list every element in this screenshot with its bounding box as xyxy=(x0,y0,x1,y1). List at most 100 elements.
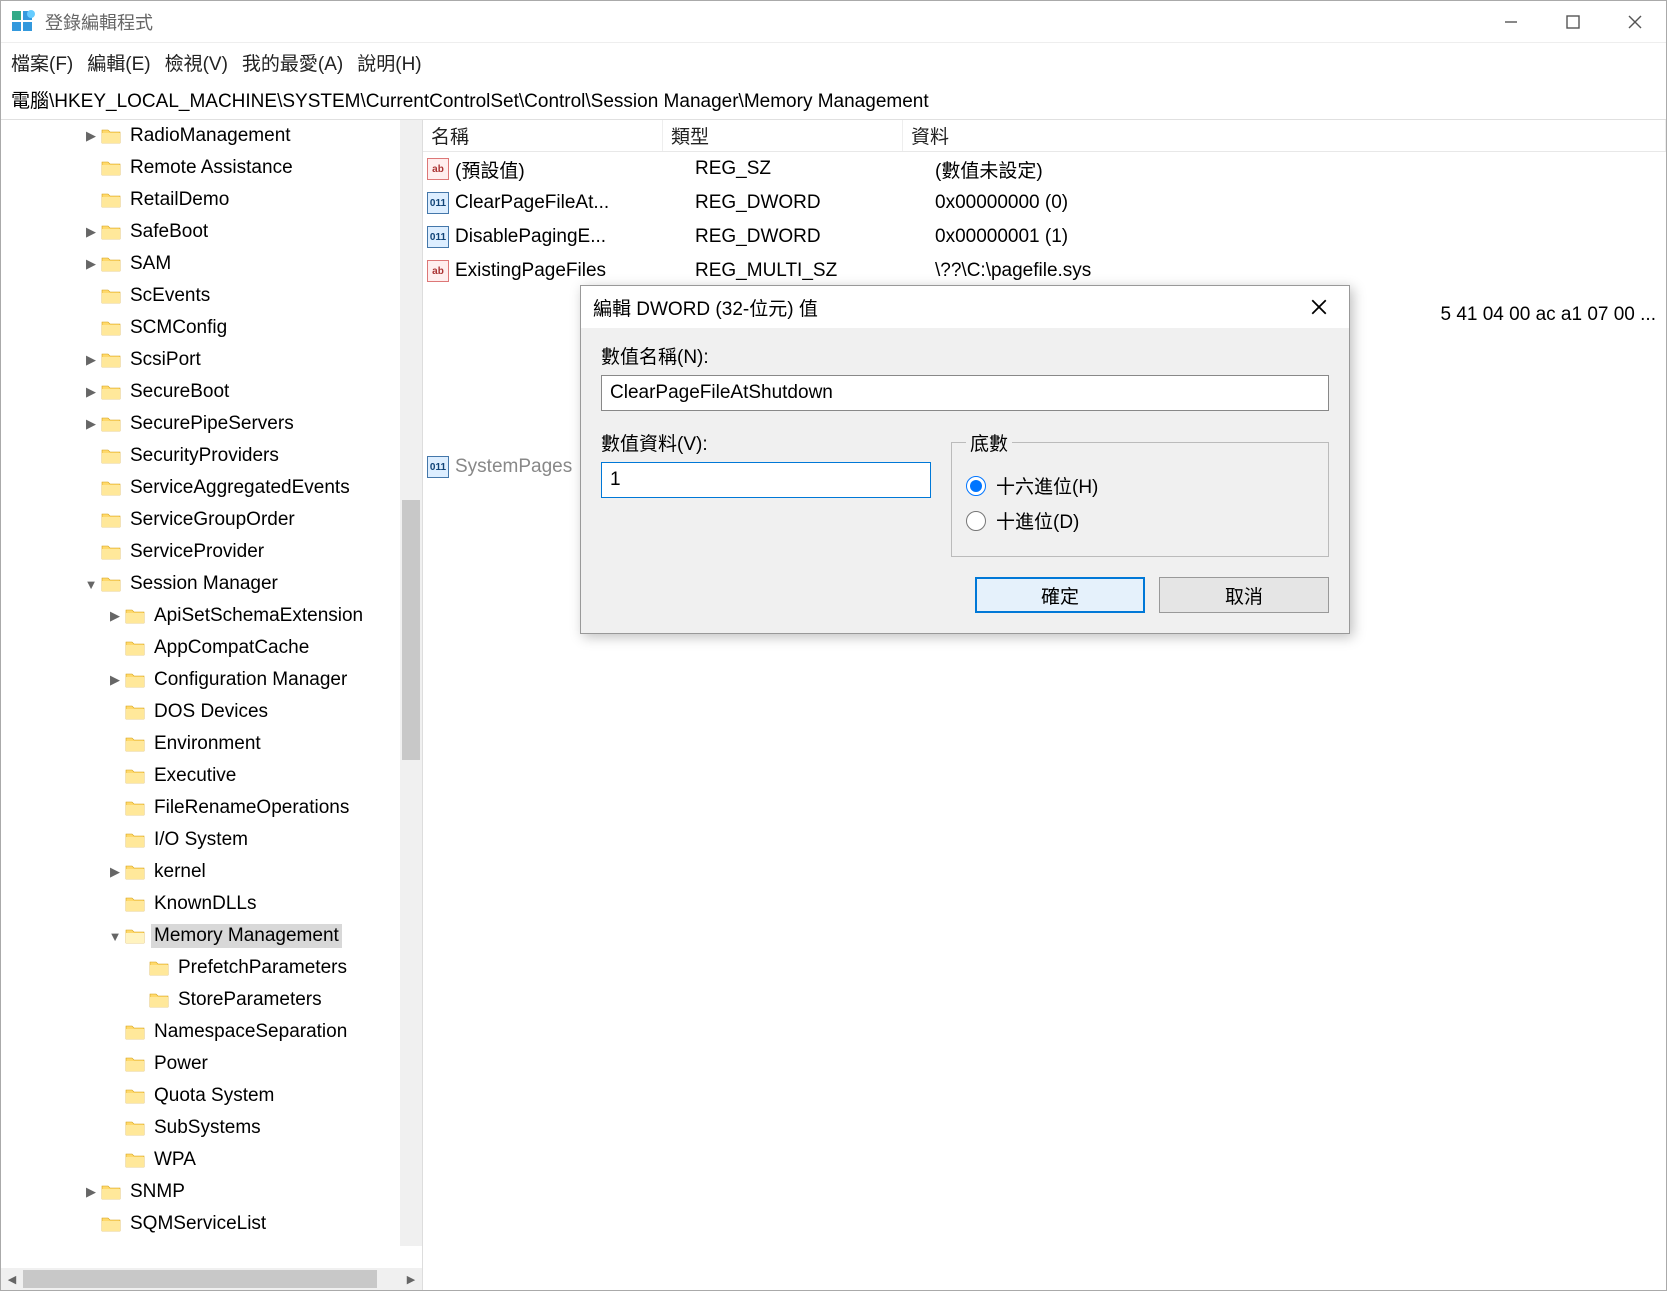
menu-help[interactable]: 說明(H) xyxy=(357,49,421,76)
tree-item[interactable]: I/O System xyxy=(1,824,422,856)
tree-item[interactable]: ▼ Session Manager xyxy=(1,568,422,600)
tree-item-label: SecureBoot xyxy=(127,380,232,404)
tree-item[interactable]: FileRenameOperations xyxy=(1,792,422,824)
expand-icon[interactable]: ▶ xyxy=(83,128,99,144)
tree-item-label: Session Manager xyxy=(127,572,281,596)
expand-icon[interactable]: ▶ xyxy=(83,384,99,400)
col-header-data[interactable]: 資料 xyxy=(903,120,1666,151)
tree-item[interactable]: ▶kernel xyxy=(1,856,422,888)
scroll-left-icon[interactable]: ◀ xyxy=(1,1268,23,1290)
tree-item[interactable]: ▶ScsiPort xyxy=(1,344,422,376)
tree-item-label: I/O System xyxy=(151,828,251,852)
tree-item[interactable]: ServiceGroupOrder xyxy=(1,504,422,536)
expand-icon[interactable]: ▶ xyxy=(107,672,123,688)
maximize-button[interactable] xyxy=(1542,1,1604,43)
expand-icon[interactable]: ▶ xyxy=(83,416,99,432)
value-data: (數值未設定) xyxy=(935,156,1666,183)
tree-item[interactable]: WPA xyxy=(1,1144,422,1176)
tree-item[interactable]: ▶ SecureBoot xyxy=(1,376,422,408)
list-row[interactable]: 011ClearPageFileAt...REG_DWORD0x00000000… xyxy=(423,186,1666,220)
tree-item-label: StoreParameters xyxy=(175,988,325,1012)
tree-item[interactable]: SecurityProviders xyxy=(1,440,422,472)
tree-item[interactable]: ▶SNMP xyxy=(1,1176,422,1208)
dialog-close-button[interactable] xyxy=(1301,289,1337,325)
folder-icon xyxy=(101,383,121,401)
tree-item[interactable]: ▶SafeBoot xyxy=(1,216,422,248)
folder-icon xyxy=(125,703,145,721)
tree-item[interactable]: ScEvents xyxy=(1,280,422,312)
expand-icon[interactable]: ▼ xyxy=(83,577,99,592)
value-data-label: 數值資料(V): xyxy=(601,429,931,456)
folder-icon xyxy=(125,735,145,753)
tree-item[interactable]: ▼Memory Management xyxy=(1,920,422,952)
expand-icon[interactable]: ▶ xyxy=(83,256,99,272)
tree-item[interactable]: PrefetchParameters xyxy=(1,952,422,984)
radio-hex-input[interactable] xyxy=(966,476,986,496)
col-header-type[interactable]: 類型 xyxy=(663,120,903,151)
radio-dec-input[interactable] xyxy=(966,511,986,531)
menu-view[interactable]: 檢視(V) xyxy=(165,49,228,76)
cancel-button[interactable]: 取消 xyxy=(1159,577,1329,613)
scrollbar-thumb[interactable] xyxy=(23,1270,377,1288)
list-row[interactable]: ab(預設值)REG_SZ(數值未設定) xyxy=(423,152,1666,186)
tree-vscrollbar[interactable] xyxy=(400,120,422,1246)
list-header: 名稱 類型 資料 xyxy=(423,120,1666,152)
value-name-field[interactable] xyxy=(601,375,1329,411)
tree-item-label: ServiceGroupOrder xyxy=(127,508,298,532)
list-row[interactable]: abExistingPageFilesREG_MULTI_SZ\??\C:\pa… xyxy=(423,254,1666,288)
tree-scroll[interactable]: ▶RadioManagement Remote Assistance RetailD… xyxy=(1,120,422,1268)
folder-icon xyxy=(125,863,145,881)
ok-button[interactable]: 確定 xyxy=(975,577,1145,613)
tree-item[interactable]: RetailDemo xyxy=(1,184,422,216)
tree-item[interactable]: ServiceProvider xyxy=(1,536,422,568)
expand-icon[interactable]: ▶ xyxy=(107,608,123,624)
tree-item-label: Remote Assistance xyxy=(127,156,296,180)
minimize-button[interactable] xyxy=(1480,1,1542,43)
tree-item[interactable]: Power xyxy=(1,1048,422,1080)
folder-icon xyxy=(101,415,121,433)
close-button[interactable] xyxy=(1604,1,1666,43)
folder-icon xyxy=(101,191,121,209)
tree-item[interactable]: ▶RadioManagement xyxy=(1,120,422,152)
binary-value-icon: 011 xyxy=(427,456,449,478)
list-row[interactable]: 011DisablePagingE...REG_DWORD0x00000001 … xyxy=(423,220,1666,254)
tree-item[interactable]: KnownDLLs xyxy=(1,888,422,920)
tree-item[interactable]: Quota System xyxy=(1,1080,422,1112)
tree-item[interactable]: ▶SecurePipeServers xyxy=(1,408,422,440)
tree-item[interactable]: DOS Devices xyxy=(1,696,422,728)
folder-icon xyxy=(125,671,145,689)
folder-icon xyxy=(101,1183,121,1201)
expand-icon[interactable]: ▶ xyxy=(107,864,123,880)
menu-favorites[interactable]: 我的最愛(A) xyxy=(242,49,343,76)
tree-item[interactable]: ▶SAM xyxy=(1,248,422,280)
col-header-name[interactable]: 名稱 xyxy=(423,120,663,151)
value-data-field[interactable] xyxy=(601,462,931,498)
folder-icon xyxy=(125,767,145,785)
expand-icon[interactable]: ▶ xyxy=(83,1184,99,1200)
tree-item[interactable]: StoreParameters xyxy=(1,984,422,1016)
tree-item-label: AppCompatCache xyxy=(151,636,312,660)
radio-hex[interactable]: 十六進位(H) xyxy=(966,472,1314,499)
tree-item[interactable]: SubSystems xyxy=(1,1112,422,1144)
tree-item[interactable]: AppCompatCache xyxy=(1,632,422,664)
expand-icon[interactable]: ▶ xyxy=(83,352,99,368)
address-bar[interactable]: 電腦\HKEY_LOCAL_MACHINE\SYSTEM\CurrentCont… xyxy=(1,82,1666,120)
tree-item[interactable]: Executive xyxy=(1,760,422,792)
scrollbar-thumb[interactable] xyxy=(402,500,420,760)
menu-file[interactable]: 檔案(F) xyxy=(11,49,73,76)
tree-item[interactable]: ▶ ApiSetSchemaExtension xyxy=(1,600,422,632)
tree-item[interactable]: Environment xyxy=(1,728,422,760)
tree-item[interactable]: SQMServiceList xyxy=(1,1208,422,1240)
tree-hscrollbar[interactable]: ◀ ▶ xyxy=(1,1268,422,1290)
tree-item[interactable]: ▶Configuration Manager xyxy=(1,664,422,696)
tree-item[interactable]: SCMConfig xyxy=(1,312,422,344)
tree-item[interactable]: NamespaceSeparation xyxy=(1,1016,422,1048)
tree-item[interactable]: Remote Assistance xyxy=(1,152,422,184)
menu-edit[interactable]: 編輯(E) xyxy=(87,49,150,76)
scroll-right-icon[interactable]: ▶ xyxy=(400,1268,422,1290)
tree-item[interactable]: ServiceAggregatedEvents xyxy=(1,472,422,504)
radio-dec[interactable]: 十進位(D) xyxy=(966,507,1314,534)
tree-item-label: ApiSetSchemaExtension xyxy=(151,604,366,628)
expand-icon[interactable]: ▼ xyxy=(107,929,123,944)
expand-icon[interactable]: ▶ xyxy=(83,224,99,240)
